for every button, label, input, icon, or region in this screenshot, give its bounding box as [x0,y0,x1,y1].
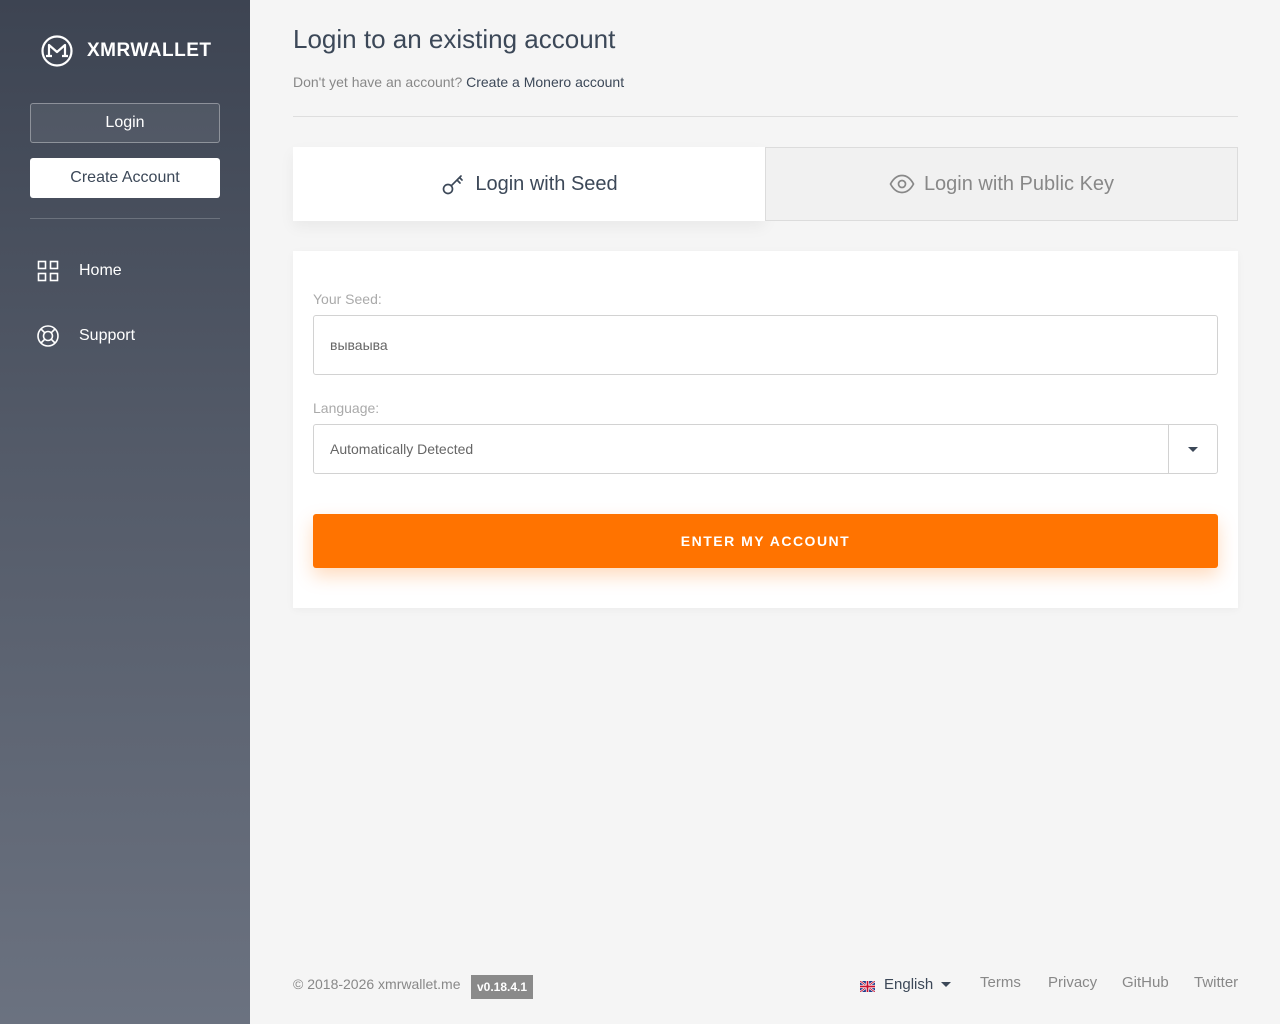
seed-input[interactable] [313,315,1218,375]
sidebar-item-label: Support [79,327,136,344]
version-badge: v0.18.4.1 [471,975,534,999]
sidebar-divider [30,218,220,219]
brand-name: XMRWALLET [87,40,212,61]
enter-account-button[interactable]: ENTER MY ACCOUNT [313,514,1218,568]
grid-icon [36,259,60,283]
language-selected-value: Automatically Detected [330,441,474,457]
subtitle-text: Don't yet have an account? [293,74,463,90]
sidebar-item-label: Home [79,262,122,279]
create-monero-account-link[interactable]: Create a Monero account [466,74,624,90]
tab-login-with-public-key[interactable]: Login with Public Key [765,147,1238,221]
tab-login-with-seed[interactable]: Login with Seed [293,147,765,221]
language-name: English [884,975,934,993]
header-divider [293,116,1238,117]
login-button[interactable]: Login [30,103,220,143]
tab-label: Login with Public Key [923,172,1115,195]
copyright: © 2018-2026 xmrwallet.me [293,976,461,992]
tab-label: Login with Seed [475,172,618,195]
create-account-button[interactable]: Create Account [30,158,220,198]
caret-down-icon [1188,446,1198,452]
sidebar: XMRWALLET Login Create Account Home Supp… [0,0,250,1024]
lifebuoy-icon [36,324,60,348]
footer-link-github[interactable]: GitHub [1122,974,1169,991]
language-switcher[interactable]: English [859,974,952,994]
footer-link-terms[interactable]: Terms [980,974,1021,991]
key-icon [440,171,466,197]
seed-label: Your Seed: [313,291,382,307]
footer-link-twitter[interactable]: Twitter [1194,974,1238,991]
page-title: Login to an existing account [293,24,616,54]
monero-logo-icon [40,34,74,68]
sidebar-item-home[interactable]: Home [36,258,122,284]
brand[interactable]: XMRWALLET [40,34,211,68]
sidebar-item-support[interactable]: Support [36,323,135,349]
eye-icon [889,171,915,197]
dropdown-toggle[interactable] [1168,425,1217,473]
footer-link-privacy[interactable]: Privacy [1048,974,1097,991]
language-select[interactable]: Automatically Detected [313,424,1218,474]
caret-down-icon [941,981,952,987]
language-label: Language: [313,400,380,416]
login-form-card: Your Seed: Language: Automatically Detec… [293,251,1238,608]
subtitle: Don't yet have an account? Create a Mone… [293,74,624,90]
uk-flag-icon [859,979,876,993]
